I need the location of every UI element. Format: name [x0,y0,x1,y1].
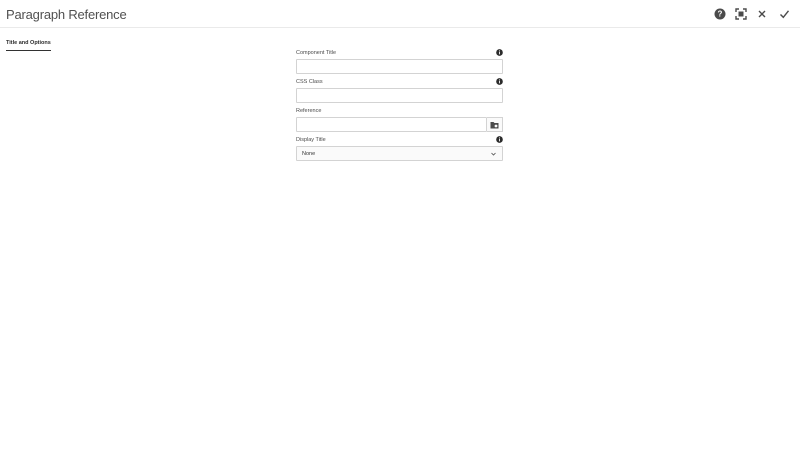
folder-browse-icon [490,121,499,128]
tab-list: Title and Options [6,31,51,51]
dialog-header: Paragraph Reference ? [0,0,800,28]
svg-text:?: ? [718,10,723,19]
done-button[interactable] [777,7,791,21]
info-icon[interactable] [496,49,503,56]
fullscreen-icon [735,8,747,20]
reference-picker [296,117,503,132]
display-title-select[interactable]: None [296,146,503,161]
help-button[interactable]: ? [713,7,727,21]
display-title-label-row: Display Title [296,136,503,146]
tab-title-and-options[interactable]: Title and Options [6,40,51,51]
reference-label-row: Reference [296,108,503,117]
reference-label: Reference [296,108,322,114]
component-title-input[interactable] [296,59,503,74]
reference-input[interactable] [296,117,487,132]
css-class-label: CSS Class [296,79,323,85]
css-class-label-row: CSS Class [296,78,503,88]
dialog-title: Paragraph Reference [6,7,127,22]
help-icon: ? [714,8,726,20]
component-title-label: Component Title [296,50,337,56]
checkmark-icon [779,10,789,19]
fullscreen-button[interactable] [734,7,748,21]
component-title-label-row: Component Title [296,49,503,59]
info-icon[interactable] [496,78,503,85]
chevron-down-icon [491,152,496,156]
close-button[interactable] [755,7,769,21]
display-title-selected-value: None [302,151,316,157]
info-icon[interactable] [496,136,503,143]
css-class-input[interactable] [296,88,503,103]
reference-browse-button[interactable] [487,117,503,132]
close-icon [758,10,766,18]
display-title-label: Display Title [296,137,326,143]
dialog-form: Component Title CSS Class Reference Disp… [296,49,503,161]
